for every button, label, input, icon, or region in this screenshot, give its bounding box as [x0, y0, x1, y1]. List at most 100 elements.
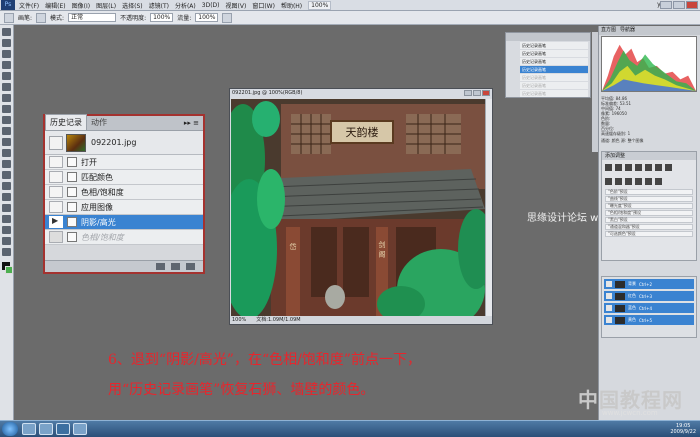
new-document-from-state-icon[interactable] [156, 263, 165, 270]
adjustment-preset[interactable]: "曲线"预设 [605, 196, 693, 202]
mini-history-row-selected[interactable]: 历史记录画笔 [520, 66, 588, 73]
color-balance-icon[interactable] [665, 164, 672, 171]
menu-view[interactable]: 视图(V) [226, 1, 247, 10]
minimize-icon[interactable] [660, 1, 672, 9]
history-source-checkbox[interactable] [49, 156, 63, 168]
flow-input[interactable]: 100% [195, 13, 219, 22]
close-icon[interactable] [482, 90, 490, 96]
adjustment-preset[interactable]: "黑白"预设 [605, 217, 693, 223]
menu-help[interactable]: 帮助(H) [281, 1, 302, 10]
history-step[interactable]: 应用图像 [45, 200, 203, 215]
levels-icon[interactable] [615, 164, 622, 171]
healing-brush-tool-icon[interactable] [2, 94, 11, 102]
history-step-selected[interactable]: 阴影/高光 [45, 215, 203, 230]
menu-analysis[interactable]: 分析(A) [175, 1, 196, 10]
history-source-checkbox[interactable] [49, 135, 63, 150]
eye-icon[interactable] [606, 317, 612, 323]
zoom-tool-icon[interactable] [2, 248, 11, 256]
mini-history-row[interactable]: 历史记录画笔 [520, 50, 588, 57]
marquee-tool-icon[interactable] [2, 39, 11, 47]
mini-history-row[interactable]: 历史记录画笔 [520, 58, 588, 65]
threshold-icon[interactable] [655, 178, 662, 185]
blur-tool-icon[interactable] [2, 160, 11, 168]
mini-history-row[interactable]: 历史记录画笔 [520, 42, 588, 49]
history-brush-source-icon[interactable] [49, 231, 63, 243]
mini-history-row[interactable]: 历史记录画笔 [520, 74, 588, 81]
menu-file[interactable]: 文件(F) [19, 1, 39, 10]
menu-filter[interactable]: 滤镜(T) [149, 1, 169, 10]
crop-tool-icon[interactable] [2, 72, 11, 80]
curves-icon[interactable] [625, 164, 632, 171]
menu-image[interactable]: 图像(I) [72, 1, 90, 10]
move-tool-icon[interactable] [2, 28, 11, 36]
mini-history-row[interactable]: 历史记录画笔 [520, 90, 588, 97]
status-zoom[interactable]: 100% [232, 316, 246, 324]
vibrance-icon[interactable] [645, 164, 652, 171]
background-color-swatch[interactable] [5, 266, 13, 274]
adjustment-preset[interactable]: "曝光度"预设 [605, 203, 693, 209]
exposure-icon[interactable] [635, 164, 642, 171]
document-canvas[interactable]: 天韵楼 岱 剑 阁 [231, 99, 485, 317]
gradient-tool-icon[interactable] [2, 149, 11, 157]
eye-icon[interactable] [606, 281, 612, 287]
history-source-checkbox[interactable] [49, 171, 63, 183]
adjustment-preset[interactable]: "可选颜色"预设 [605, 231, 693, 237]
pen-tool-icon[interactable] [2, 182, 11, 190]
opacity-input[interactable]: 100% [150, 13, 174, 22]
hue-saturation-icon[interactable] [655, 164, 662, 171]
panel-menu-icon[interactable]: ▸▸ ≡ [184, 119, 199, 127]
tab-actions[interactable]: 动作 [87, 115, 111, 130]
adjustment-preset[interactable]: "通道混和器"预设 [605, 224, 693, 230]
eye-icon[interactable] [606, 305, 612, 311]
explorer-icon[interactable] [39, 423, 53, 435]
clone-stamp-tool-icon[interactable] [2, 116, 11, 124]
start-button[interactable] [2, 422, 18, 436]
tab-histogram[interactable]: 直方图 [601, 26, 616, 35]
dodge-tool-icon[interactable] [2, 171, 11, 179]
history-step[interactable]: 匹配颜色 [45, 170, 203, 185]
history-source-checkbox[interactable] [49, 201, 63, 213]
photoshop-taskbar-icon[interactable] [56, 423, 70, 435]
adjustment-preset[interactable]: "色阶"预设 [605, 189, 693, 195]
eyedropper-tool-icon[interactable] [2, 83, 11, 91]
history-step-dimmed[interactable]: 色相/饱和度 [45, 230, 203, 245]
history-snapshot[interactable]: 092201.jpg [45, 131, 203, 155]
3d-rotate-tool-icon[interactable] [2, 226, 11, 234]
status-doc-size[interactable]: 文档:1.09M/1.09M [256, 316, 300, 324]
type-tool-icon[interactable] [2, 193, 11, 201]
minimize-icon[interactable] [464, 90, 472, 96]
history-brush-tool-icon[interactable] [4, 12, 14, 23]
source-select[interactable]: 整个图像 [628, 138, 644, 143]
menu-layer[interactable]: 图层(L) [96, 1, 116, 10]
history-step[interactable]: 色相/饱和度 [45, 185, 203, 200]
history-brush-tool-icon[interactable] [2, 127, 11, 135]
brightness-icon[interactable] [605, 164, 612, 171]
eraser-tool-icon[interactable] [2, 138, 11, 146]
close-icon[interactable] [686, 1, 698, 9]
history-source-checkbox[interactable] [49, 216, 63, 228]
menu-edit[interactable]: 编辑(E) [45, 1, 65, 10]
invert-icon[interactable] [635, 178, 642, 185]
maximize-icon[interactable] [673, 1, 685, 9]
mini-history-row[interactable]: 历史记录画笔 [520, 82, 588, 89]
history-step[interactable]: 打开 [45, 155, 203, 170]
system-clock[interactable]: 19:05 2009/9/22 [670, 423, 696, 435]
path-select-tool-icon[interactable] [2, 204, 11, 212]
taskbar-app-icon[interactable] [73, 423, 87, 435]
channel-row[interactable]: 黄色 Ctrl+5 [604, 315, 694, 325]
channel-row[interactable]: 红色 Ctrl+3 [604, 291, 694, 301]
photo-filter-icon[interactable] [615, 178, 622, 185]
adjustment-preset[interactable]: "色相/饱和度"预设 [605, 210, 693, 216]
shape-tool-icon[interactable] [2, 215, 11, 223]
lasso-tool-icon[interactable] [2, 50, 11, 58]
menu-select[interactable]: 选择(S) [122, 1, 143, 10]
quick-select-tool-icon[interactable] [2, 61, 11, 69]
camera-snapshot-icon[interactable] [171, 263, 180, 270]
brush-preset-picker[interactable] [36, 12, 47, 23]
tab-navigator[interactable]: 导航器 [620, 26, 635, 35]
maximize-icon[interactable] [473, 90, 481, 96]
black-white-icon[interactable] [605, 178, 612, 185]
brush-tool-icon[interactable] [2, 105, 11, 113]
hand-tool-icon[interactable] [2, 237, 11, 245]
tab-history[interactable]: 历史记录 [45, 114, 87, 130]
